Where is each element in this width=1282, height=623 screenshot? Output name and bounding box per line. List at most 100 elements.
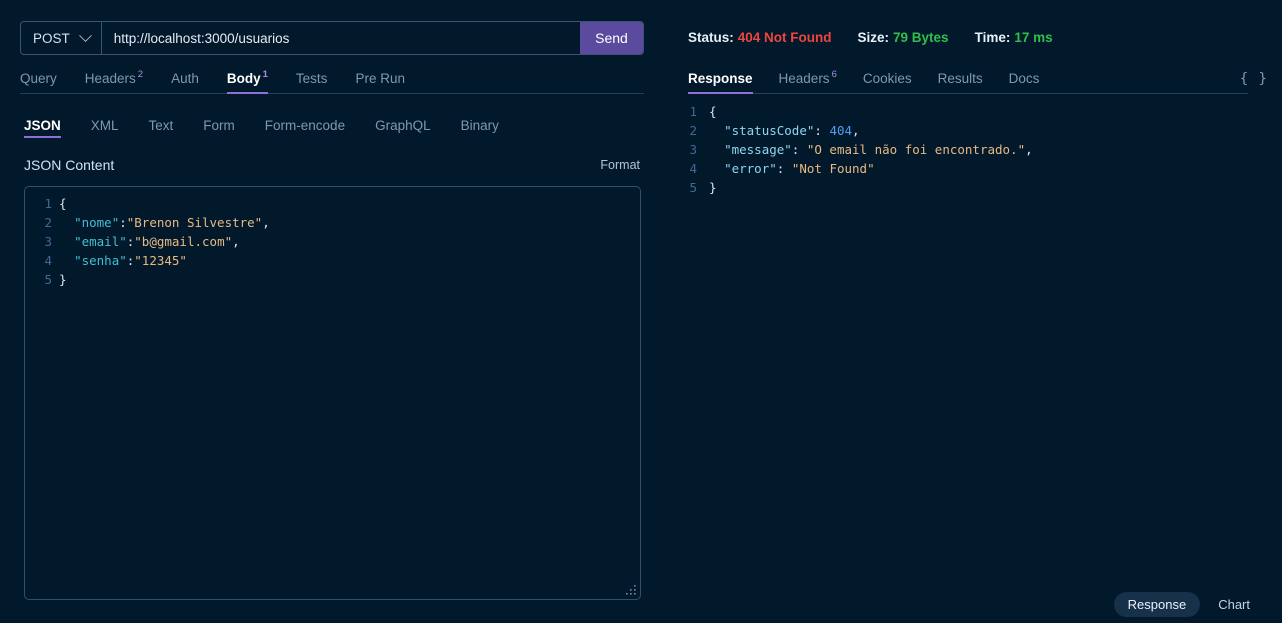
code-text: { (59, 194, 67, 213)
response-view-toggle: Response Chart (1113, 592, 1264, 617)
code-text: } (709, 178, 717, 197)
code-token: : (791, 142, 807, 157)
tab-body[interactable]: Body 1 (226, 69, 268, 94)
code-token: , (1025, 142, 1033, 157)
code-token: "Not Found" (791, 161, 875, 176)
tab-pre-run[interactable]: Pre Run (355, 71, 405, 93)
tab-count-badge: 6 (831, 69, 837, 80)
response-tab-headers[interactable]: Headers 6 (778, 69, 837, 93)
code-token: : (776, 161, 792, 176)
tab-auth[interactable]: Auth (171, 71, 199, 93)
tab-label: JSON (24, 118, 61, 133)
line-number: 4 (44, 253, 52, 268)
size-label: Size: (857, 30, 890, 45)
body-tab-json[interactable]: JSON (24, 118, 61, 140)
time-value: 17 ms (1014, 30, 1053, 45)
code-token: "12345" (134, 253, 187, 268)
line-number: 2 (689, 123, 697, 138)
url-bar: POST Send (20, 21, 644, 55)
json-body-code[interactable]: 1 {2 "nome":"Brenon Silvestre", 3 "email":… (25, 187, 640, 289)
time-label: Time: (974, 30, 1011, 45)
chevron-down-icon (78, 28, 92, 42)
line-number: 1 (689, 104, 697, 119)
tab-label: Headers (778, 71, 830, 86)
view-toggle-chart[interactable]: Chart (1204, 592, 1264, 617)
code-token: , (852, 123, 860, 138)
response-tab-docs[interactable]: Docs (1009, 71, 1040, 93)
tab-headers[interactable]: Headers 2 (84, 69, 144, 93)
line-number: 5 (44, 272, 52, 287)
code-text: "error": "Not Found" (709, 159, 875, 178)
tab-label: Pre Run (355, 71, 405, 86)
code-line: 2 "statusCode": 404, (663, 121, 1282, 140)
status-label: Status: (688, 30, 734, 45)
json-content-header: JSON Content Format (24, 157, 640, 173)
code-token: "email" (74, 234, 127, 249)
send-button[interactable]: Send (580, 22, 643, 54)
view-toggle-response[interactable]: Response (1113, 592, 1201, 617)
tab-label: Results (937, 71, 983, 86)
body-tab-form[interactable]: Form (203, 118, 235, 140)
json-body-editor[interactable]: 1 {2 "nome":"Brenon Silvestre", 3 "email":… (24, 186, 641, 600)
body-tab-text[interactable]: Text (149, 118, 174, 140)
http-method-label: POST (33, 30, 70, 46)
tab-label: Form-encode (264, 118, 346, 133)
json-braces-icon[interactable]: { } (1240, 71, 1268, 87)
tab-label: Text (148, 118, 174, 133)
response-body-viewer[interactable]: 1{2 "statusCode": 404, 3 "message": "O em… (663, 96, 1282, 623)
tab-label: Cookies (862, 71, 912, 86)
tab-count-badge: 2 (137, 69, 144, 80)
api-client-window: POST Send QueryHeaders2AuthBody1TestsPre… (0, 0, 1282, 623)
code-token: : (119, 215, 127, 230)
code-text: "message": "O email não foi encontrado."… (709, 140, 1033, 159)
code-text: { (709, 102, 717, 121)
response-tab-response[interactable]: Response (688, 71, 753, 94)
resize-handle-icon[interactable] (625, 584, 638, 597)
tab-label: Tests (295, 71, 328, 86)
url-input[interactable] (101, 22, 580, 54)
response-tab-cookies[interactable]: Cookies (863, 71, 912, 93)
tab-label: Response (688, 71, 753, 86)
response-tab-results[interactable]: Results (938, 71, 983, 93)
tab-label: Query (20, 71, 57, 86)
http-method-select[interactable]: POST (21, 22, 102, 54)
code-line: 3 "message": "O email não foi encontrado… (663, 140, 1282, 159)
tab-label: Headers (84, 71, 136, 86)
code-line: 4 "error": "Not Found" (663, 159, 1282, 178)
code-token: { (59, 196, 67, 211)
body-tab-xml[interactable]: XML (91, 118, 119, 140)
code-line: 1{ (663, 102, 1282, 121)
code-token: "O email não foi encontrado." (806, 142, 1026, 157)
code-line: 3 "email":"b@gmail.com", (25, 232, 640, 251)
line-number: 5 (689, 180, 697, 195)
body-tab-graphql[interactable]: GraphQL (375, 118, 431, 140)
body-tab-binary[interactable]: Binary (461, 118, 499, 140)
status-badge: Status: 404 Not Found (688, 30, 832, 45)
tab-label: Auth (171, 71, 199, 86)
tab-tests[interactable]: Tests (296, 71, 328, 93)
code-text: "email":"b@gmail.com", (59, 232, 240, 251)
code-text: "nome":"Brenon Silvestre", (59, 213, 270, 232)
line-number: 1 (44, 196, 52, 211)
json-content-label: JSON Content (24, 157, 115, 173)
format-button[interactable]: Format (600, 158, 640, 172)
tab-count-badge: 1 (262, 69, 268, 80)
code-token: : (814, 123, 830, 138)
size-value: 79 Bytes (893, 30, 949, 45)
code-token: "senha" (74, 253, 127, 268)
tab-label: Docs (1008, 71, 1040, 86)
code-text: "statusCode": 404, (709, 121, 860, 140)
response-tab-strip: Response Headers 6 Cookies Results Docs (688, 66, 1248, 94)
request-tab-strip: Query Headers 2 Auth Body 1 Tests Pre Run (20, 66, 644, 94)
code-token: "Brenon Silvestre" (126, 215, 263, 230)
line-number: 2 (44, 215, 52, 230)
code-line: 5} (663, 178, 1282, 197)
code-line: 2 "nome":"Brenon Silvestre", (25, 213, 640, 232)
tab-query[interactable]: Query (20, 71, 57, 93)
code-text: "senha":"12345" (59, 251, 187, 270)
body-tab-form-encode[interactable]: Form-encode (265, 118, 345, 140)
